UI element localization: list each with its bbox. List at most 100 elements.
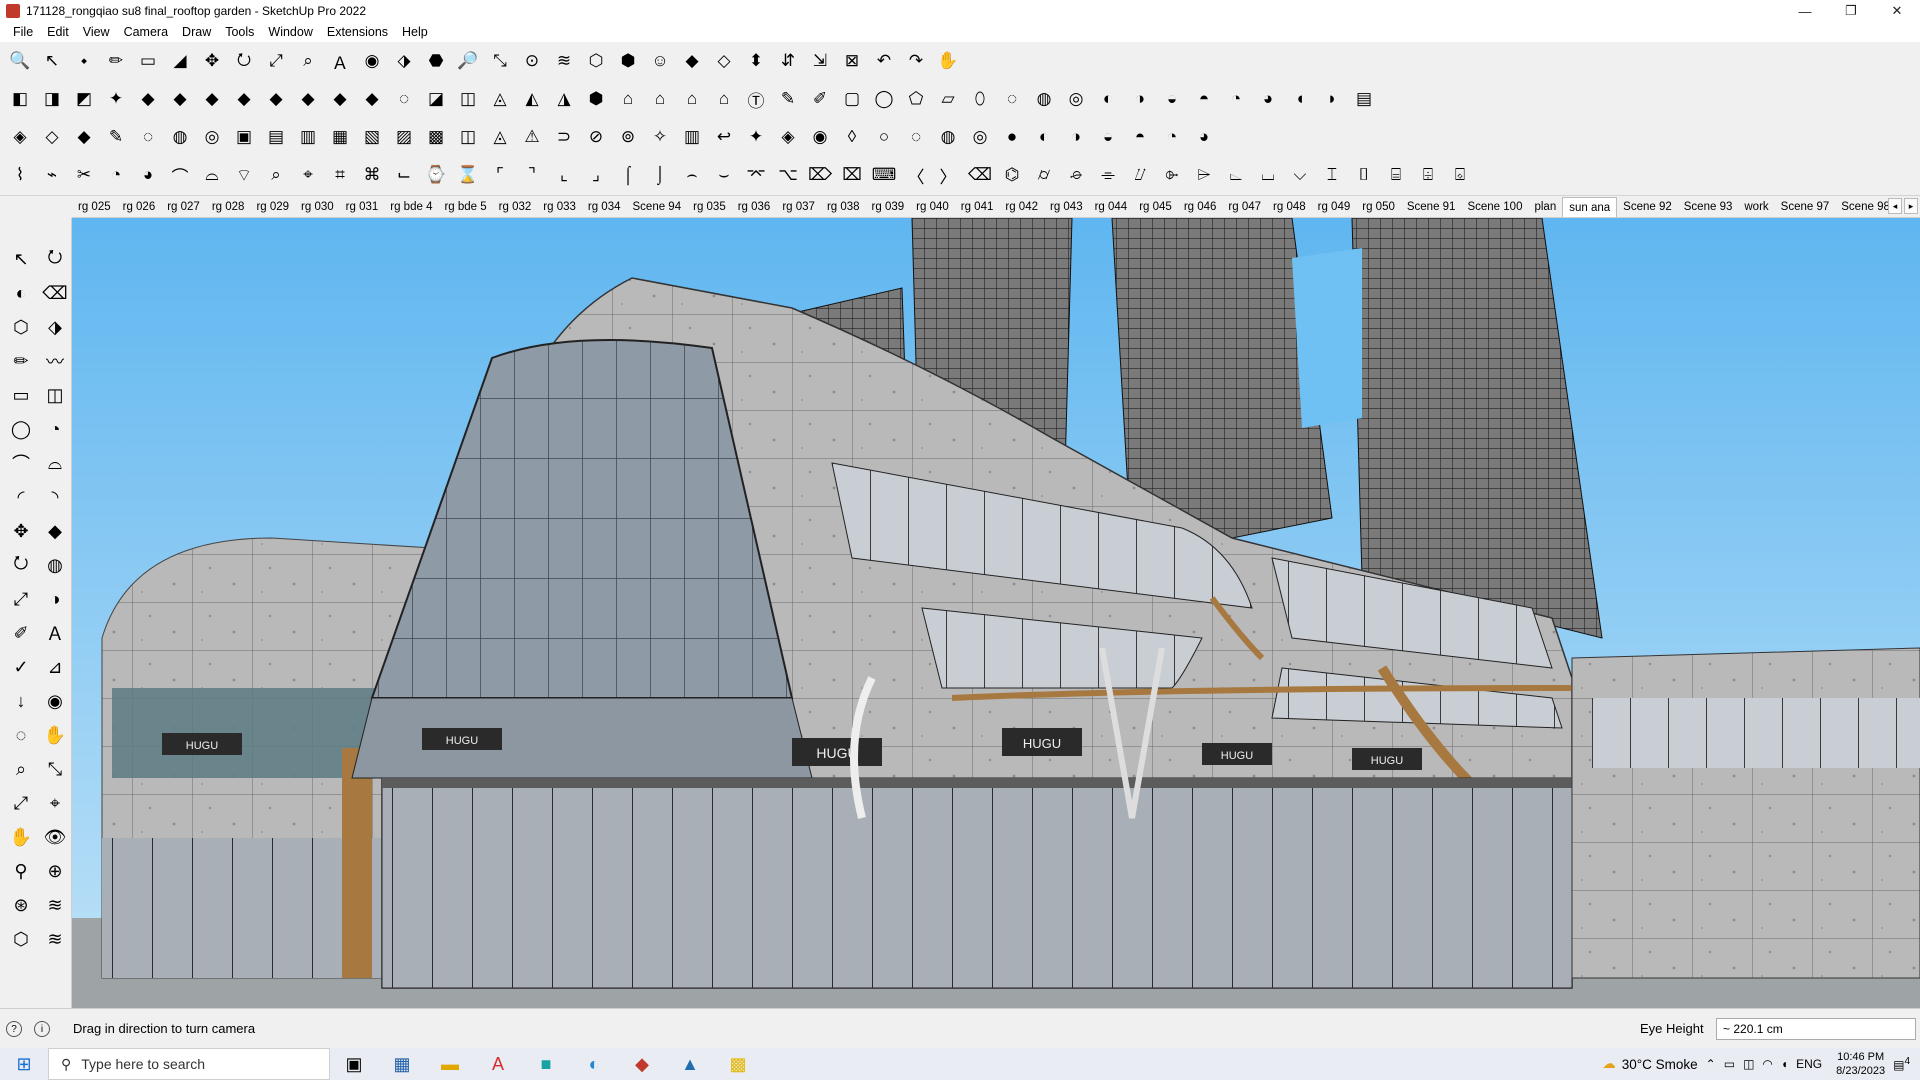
left-tool-2-icon[interactable]: ◐ (4, 276, 38, 310)
toolbar-row3-tool-35-icon[interactable]: ◓ (1126, 123, 1154, 151)
tray-display-icon[interactable]: ◫ (1743, 1057, 1754, 1071)
left-tool-4-icon[interactable]: ⬡ (4, 310, 38, 344)
toolbar-row4-tool-10-icon[interactable]: ⌗ (326, 161, 354, 189)
left-tool-9-icon[interactable]: ◫ (38, 378, 72, 412)
left-tool-17-icon[interactable]: ◆ (38, 514, 72, 548)
menu-camera[interactable]: Camera (117, 25, 175, 39)
tray-chevron-icon[interactable]: ⌃ (1706, 1057, 1716, 1071)
toolbar-row1-tool-12-icon[interactable]: ⬗ (390, 47, 418, 75)
toolbar-row3-tool-16-icon[interactable]: ⚠ (518, 123, 546, 151)
model-viewport[interactable]: HUGU HUGU HUGU HUGU HUGU HUGU (72, 218, 1920, 1008)
toolbar-row1-tool-13-icon[interactable]: ⬣ (422, 47, 450, 75)
file-explorer-icon[interactable]: ▬ (426, 1048, 474, 1080)
left-tool-39-icon[interactable]: ≋ (38, 888, 72, 922)
toolbar-row2-tool-30-icon[interactable]: ⬯ (966, 85, 994, 113)
left-tool-23-icon[interactable]: Ａ (38, 616, 72, 650)
toolbar-row1-tool-19-icon[interactable]: ⬢ (614, 47, 642, 75)
toolbar-row4-tool-25-icon[interactable]: ⌦ (806, 161, 834, 189)
toolbar-row2-tool-23-icon[interactable]: Ⓣ (742, 85, 770, 113)
toolbar-row4-tool-41-icon[interactable]: ⌶ (1318, 161, 1346, 189)
photos-icon[interactable]: ▲ (666, 1048, 714, 1080)
toolbar-row4-tool-24-icon[interactable]: ⌥ (774, 161, 802, 189)
scene-tab[interactable]: rg 036 (732, 197, 777, 217)
scene-tab[interactable]: Scene 91 (1401, 197, 1462, 217)
toolbar-row4-tool-4-icon[interactable]: ◕ (134, 161, 162, 189)
toolbar-row1-tool-24-icon[interactable]: ⇵ (774, 47, 802, 75)
toolbar-row3-tool-8-icon[interactable]: ▤ (262, 123, 290, 151)
left-tool-15-icon[interactable]: ◝ (38, 480, 72, 514)
toolbar-row3-tool-36-icon[interactable]: ◔ (1158, 123, 1186, 151)
wifi-icon[interactable]: ◠ (1762, 1057, 1772, 1071)
credits-icon[interactable]: i (34, 1021, 50, 1037)
left-tool-40-icon[interactable]: ⬡ (4, 922, 38, 956)
toolbar-row2-tool-0-icon[interactable]: ◧ (6, 85, 34, 113)
toolbar-row4-tool-13-icon[interactable]: ⌚ (422, 161, 450, 189)
menu-extensions[interactable]: Extensions (320, 25, 395, 39)
toolbar-row3-tool-4-icon[interactable]: ◌ (134, 123, 162, 151)
scene-tab[interactable]: plan (1528, 197, 1562, 217)
scene-tab[interactable]: rg 037 (776, 197, 821, 217)
scene-tab[interactable]: rg 034 (582, 197, 627, 217)
toolbar-row4-tool-27-icon[interactable]: ⌨ (870, 161, 898, 189)
toolbar-row4-tool-32-icon[interactable]: ⌭ (1030, 161, 1058, 189)
notification-icon[interactable]: ▤4 (1893, 1056, 1910, 1072)
toolbar-row4-tool-14-icon[interactable]: ⌛ (454, 161, 482, 189)
toolbar-row4-tool-45-icon[interactable]: ⌺ (1446, 161, 1474, 189)
left-tool-10-icon[interactable]: ◯ (4, 412, 38, 446)
left-tool-16-icon[interactable]: ✥ (4, 514, 38, 548)
toolbar-row2-tool-2-icon[interactable]: ◩ (70, 85, 98, 113)
toolbar-row3-tool-18-icon[interactable]: ⊘ (582, 123, 610, 151)
toolbar-row1-tool-29-icon[interactable]: ✋ (934, 47, 962, 75)
left-tool-8-icon[interactable]: ▭ (4, 378, 38, 412)
scene-tab[interactable]: rg 050 (1356, 197, 1401, 217)
toolbar-row4-tool-5-icon[interactable]: ⌒ (166, 161, 194, 189)
toolbar-row1-tool-2-icon[interactable]: ⬩ (70, 47, 98, 75)
left-tool-19-icon[interactable]: ◍ (38, 548, 72, 582)
left-tool-24-icon[interactable]: ✓ (4, 650, 38, 684)
toolbar-row2-tool-4-icon[interactable]: ◆ (134, 85, 162, 113)
scene-tab[interactable]: Scene 100 (1461, 197, 1528, 217)
toolbar-row4-tool-18-icon[interactable]: ⌟ (582, 161, 610, 189)
menu-edit[interactable]: Edit (40, 25, 76, 39)
toolbar-row1-tool-25-icon[interactable]: ⇲ (806, 47, 834, 75)
toolbar-row1-tool-20-icon[interactable]: ☺ (646, 47, 674, 75)
toolbar-row3-tool-31-icon[interactable]: ● (998, 123, 1026, 151)
toolbar-row4-tool-19-icon[interactable]: ⌠ (614, 161, 642, 189)
toolbar-row3-tool-22-icon[interactable]: ↩ (710, 123, 738, 151)
toolbar-row4-tool-16-icon[interactable]: ⌝ (518, 161, 546, 189)
toolbar-row2-tool-41-icon[interactable]: ◗ (1318, 85, 1346, 113)
toolbar-row2-tool-36-icon[interactable]: ◒ (1158, 85, 1186, 113)
toolbar-row2-tool-29-icon[interactable]: ▱ (934, 85, 962, 113)
task-view-icon[interactable]: ▣ (330, 1048, 378, 1080)
left-tool-14-icon[interactable]: ◜ (4, 480, 38, 514)
scene-tab[interactable]: rg 038 (821, 197, 866, 217)
toolbar-row2-tool-38-icon[interactable]: ◔ (1222, 85, 1250, 113)
scene-tab[interactable]: rg 047 (1222, 197, 1267, 217)
toolbar-row2-tool-32-icon[interactable]: ◍ (1030, 85, 1058, 113)
toolbar-row1-tool-26-icon[interactable]: ⊠ (838, 47, 866, 75)
toolbar-row1-tool-23-icon[interactable]: ⬍ (742, 47, 770, 75)
scene-tab[interactable]: rg 028 (206, 197, 251, 217)
language-indicator[interactable]: ENG (1796, 1057, 1822, 1071)
toolbar-row4-tool-20-icon[interactable]: ⌡ (646, 161, 674, 189)
toolbar-row2-tool-3-icon[interactable]: ✦ (102, 85, 130, 113)
toolbar-row3-tool-2-icon[interactable]: ◆ (70, 123, 98, 151)
scene-tab[interactable]: rg 041 (955, 197, 1000, 217)
toolbar-row3-tool-27-icon[interactable]: ○ (870, 123, 898, 151)
toolbar-row2-tool-16-icon[interactable]: ◭ (518, 85, 546, 113)
left-tool-30-icon[interactable]: ⌕ (4, 752, 38, 786)
toolbar-row1-tool-8-icon[interactable]: ⤢ (262, 47, 290, 75)
toolbar-row4-tool-40-icon[interactable]: ⌵ (1286, 161, 1314, 189)
toolbar-row3-tool-3-icon[interactable]: ✎ (102, 123, 130, 151)
toolbar-row4-tool-11-icon[interactable]: ⌘ (358, 161, 386, 189)
toolbar-row3-tool-24-icon[interactable]: ◈ (774, 123, 802, 151)
left-tool-13-icon[interactable]: ⌓ (38, 446, 72, 480)
left-tool-21-icon[interactable]: ◑ (38, 582, 72, 616)
toolbar-row1-tool-21-icon[interactable]: ◆ (678, 47, 706, 75)
toolbar-row2-tool-39-icon[interactable]: ◕ (1254, 85, 1282, 113)
toolbar-row4-tool-44-icon[interactable]: ⌹ (1414, 161, 1442, 189)
toolbar-row4-tool-9-icon[interactable]: ⌖ (294, 161, 322, 189)
sticky-notes-icon[interactable]: ▩ (714, 1048, 762, 1080)
toolbar-row1-tool-18-icon[interactable]: ⬡ (582, 47, 610, 75)
scene-tab[interactable]: rg 043 (1044, 197, 1089, 217)
